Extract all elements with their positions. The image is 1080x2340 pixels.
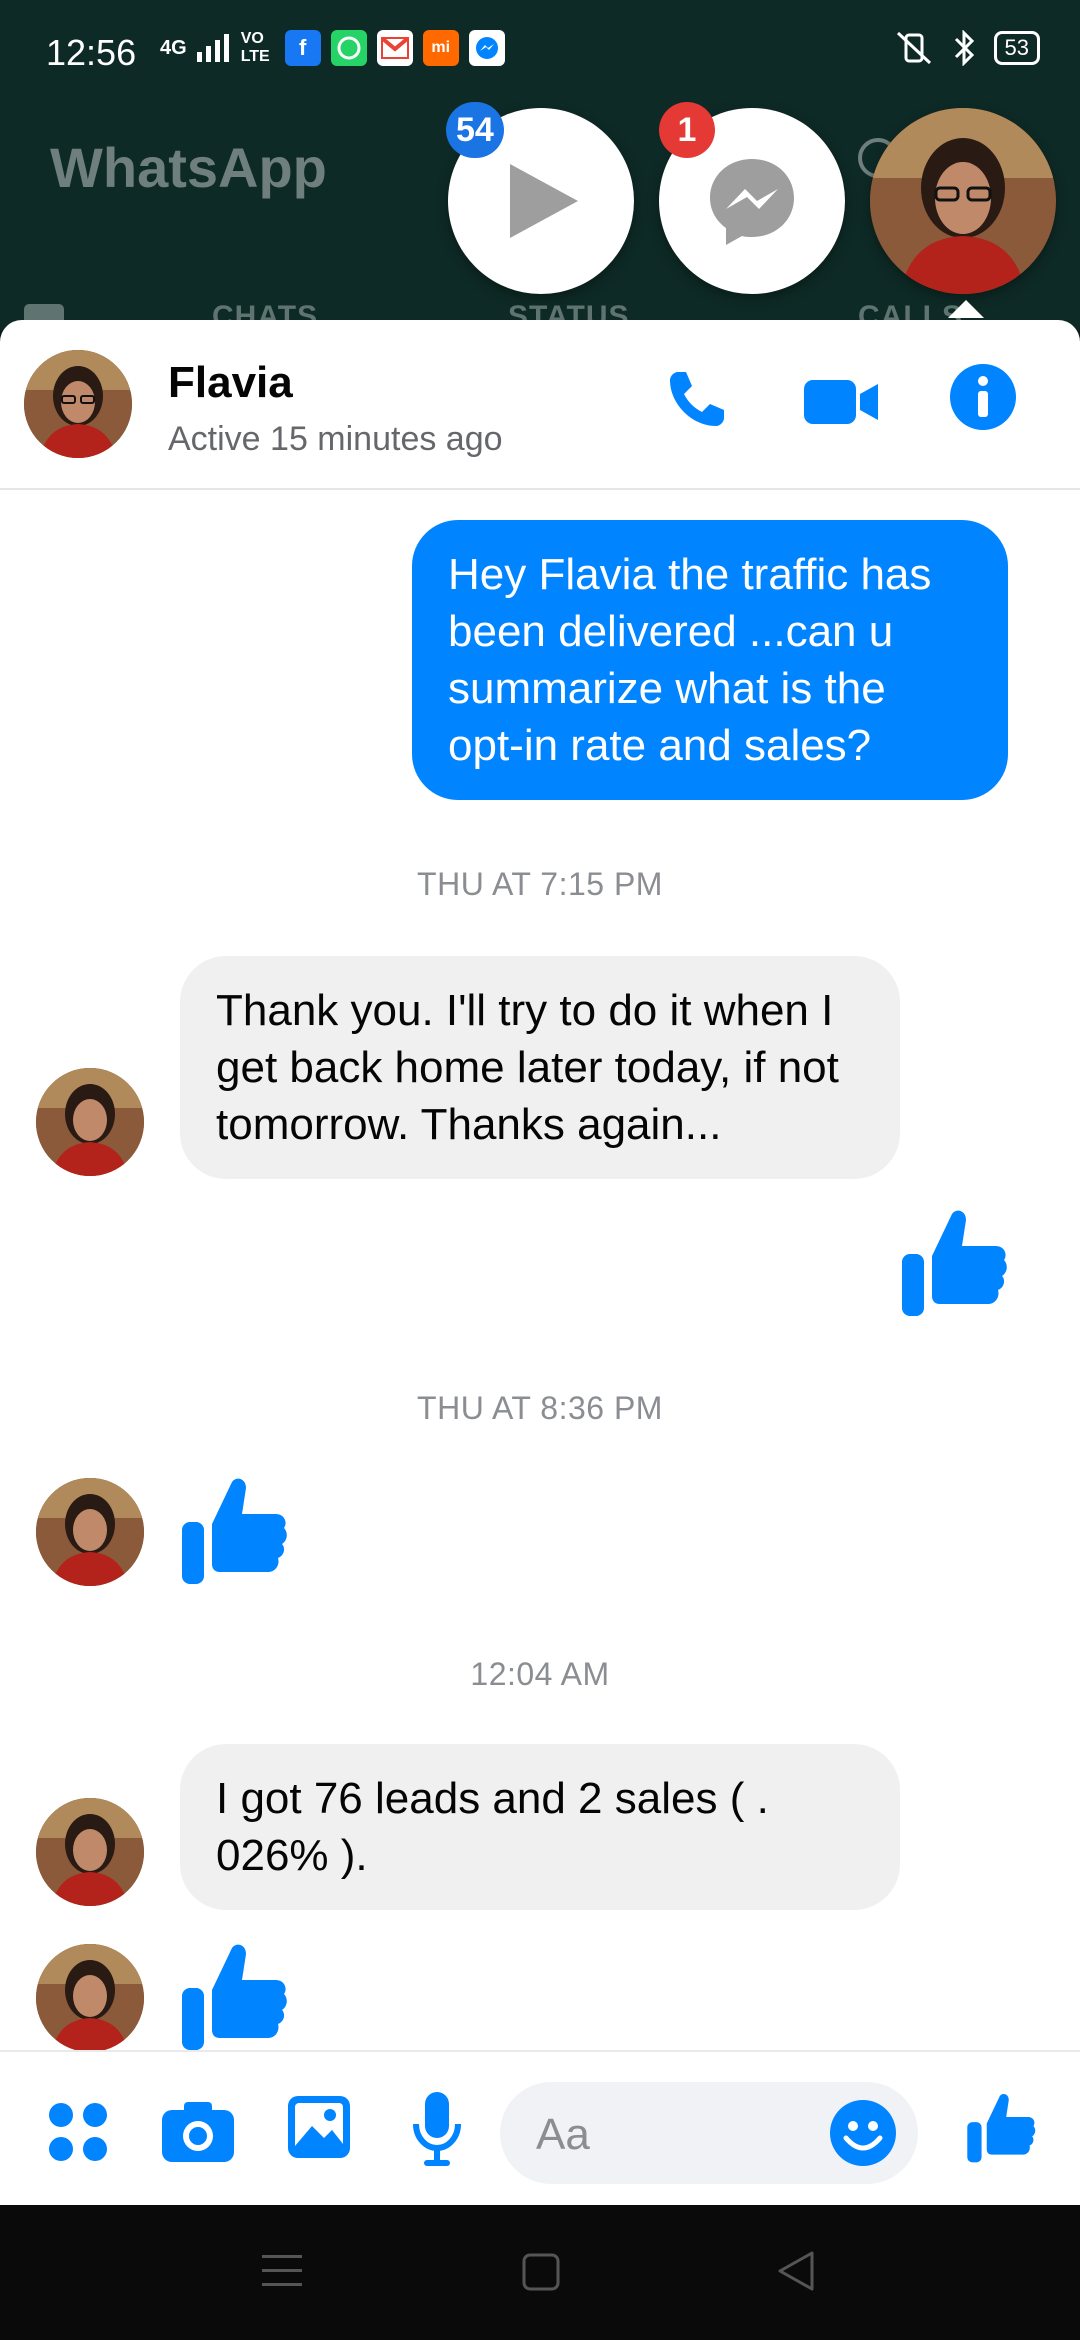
contact-status: Active 15 minutes ago [168, 420, 503, 458]
video-badge: 54 [446, 102, 504, 158]
avatar [870, 108, 1056, 294]
messenger-chat-panel: Flavia Active 15 minutes ago Hey Flavia … [0, 320, 1080, 2205]
chat-head-messenger[interactable]: 1 [659, 102, 845, 294]
chat-head-video[interactable]: 54 [446, 102, 634, 294]
messenger-badge: 1 [659, 102, 715, 158]
incoming-message[interactable]: I got 76 leads and 2 sales ( . 026% ). [180, 1744, 900, 1910]
back-icon[interactable] [776, 2251, 816, 2291]
mi-icon: mi [422, 30, 459, 66]
facebook-icon: f [284, 30, 321, 66]
avatar[interactable] [36, 1068, 144, 1176]
avatar[interactable] [24, 350, 132, 458]
status-bar: 12:56 4G VO LTE f mi 53 [0, 0, 1080, 100]
avatar[interactable] [36, 1798, 144, 1906]
status-time: 12:56 [46, 32, 137, 73]
play-icon [510, 164, 578, 238]
bluetooth-icon [954, 30, 974, 66]
status-right-icons: 53 [894, 30, 1040, 66]
chat-head-pointer [948, 300, 984, 318]
messenger-notif-icon [468, 30, 505, 66]
message-input-placeholder: Aa [536, 2110, 590, 2159]
navigation-bar [0, 2205, 1080, 2340]
incoming-message[interactable]: Thank you. I'll try to do it when I get … [180, 956, 900, 1179]
status-left-icons: 4G VO LTE f mi [160, 30, 505, 66]
gmail-icon [376, 30, 413, 66]
like-icon[interactable] [900, 1208, 1008, 1318]
outgoing-message[interactable]: Hey Flavia the traffic has been delivere… [412, 520, 1008, 800]
menu-grid-icon[interactable] [48, 2102, 108, 2162]
volte-indicator: VO LTE [240, 30, 270, 65]
like-icon[interactable] [180, 1942, 288, 2052]
chat-header: Flavia Active 15 minutes ago [0, 320, 1080, 490]
camera-icon[interactable] [162, 2100, 234, 2162]
timestamp: THU AT 7:15 PM [417, 866, 663, 902]
vibrate-off-icon [896, 31, 931, 65]
menu-icon[interactable] [262, 2253, 302, 2289]
home-icon[interactable] [522, 2253, 560, 2291]
network-indicator: 4G [160, 37, 187, 59]
signal-icon [196, 34, 229, 62]
battery-level: 53 [993, 31, 1040, 65]
microphone-icon[interactable] [412, 2092, 462, 2168]
gallery-icon[interactable] [288, 2096, 350, 2158]
contact-name[interactable]: Flavia [168, 358, 293, 408]
avatar[interactable] [36, 1478, 144, 1586]
avatar[interactable] [36, 1944, 144, 2052]
phone-icon[interactable] [664, 368, 728, 432]
like-icon[interactable] [180, 1476, 288, 1586]
timestamp: THU AT 8:36 PM [417, 1390, 663, 1426]
whatsapp-notif-icon [330, 30, 367, 66]
messenger-icon [710, 159, 794, 245]
video-call-icon[interactable] [804, 378, 878, 426]
like-icon[interactable] [966, 2092, 1036, 2164]
whatsapp-title: WhatsApp [50, 136, 327, 199]
info-icon[interactable] [950, 364, 1016, 430]
message-composer: Aa [0, 2050, 1080, 2205]
emoji-icon[interactable] [830, 2100, 896, 2166]
chat-head-flavia[interactable] [870, 108, 1056, 294]
message-input[interactable]: Aa [500, 2082, 918, 2184]
timestamp: 12:04 AM [470, 1656, 610, 1692]
